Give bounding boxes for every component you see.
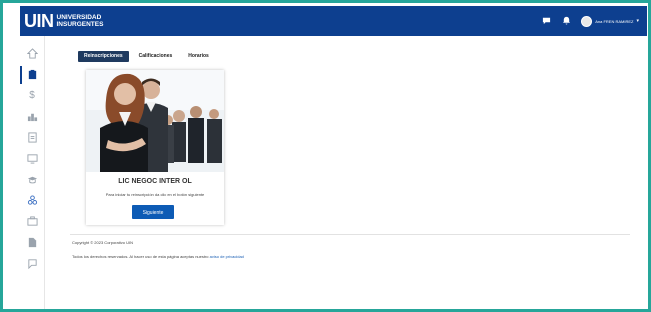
next-button[interactable]: Siguiente — [132, 205, 174, 219]
logo-line2: INSURGENTES — [56, 21, 104, 28]
program-card: LIC NEGOC INTER OL Para iniciar tu reins… — [86, 70, 224, 225]
podium-icon[interactable] — [26, 111, 38, 123]
logo-text: UNIVERSIDAD INSURGENTES — [57, 14, 104, 28]
clipboard-icon[interactable] — [20, 66, 38, 84]
tab-reinscripciones[interactable]: Reinscripciones — [78, 51, 129, 62]
chevron-down-icon: ▾ — [636, 18, 639, 24]
privacy-link[interactable]: aviso de privacidad — [210, 254, 244, 259]
footer-legal-text: Todos los derechos reservados. Al hacer … — [72, 254, 209, 259]
document-icon[interactable] — [26, 132, 38, 144]
screen-icon[interactable] — [26, 153, 38, 165]
dollar-icon[interactable]: $ — [26, 90, 38, 102]
file-icon[interactable] — [26, 237, 38, 249]
logo-mark: UIN — [24, 11, 54, 31]
graduation-cap-icon[interactable] — [26, 174, 38, 186]
tab-horarios[interactable]: Horarios — [182, 51, 215, 62]
people-icon[interactable] — [26, 195, 38, 207]
logo-line1: UNIVERSIDAD — [56, 14, 102, 21]
header-actions: Ana FREN RAMIREZ ▾ — [541, 6, 639, 36]
university-logo[interactable]: UIN UNIVERSIDAD INSURGENTES — [24, 9, 103, 33]
business-people-photo — [86, 70, 224, 172]
sidebar: $ — [20, 36, 45, 309]
chat-bubble-icon[interactable] — [26, 258, 38, 270]
top-header: UIN UNIVERSIDAD INSURGENTES Ana FREN RAM… — [20, 6, 647, 36]
tab-bar: Reinscripciones Calificaciones Horarios — [78, 51, 215, 62]
user-menu[interactable]: Ana FREN RAMIREZ ▾ — [581, 15, 639, 27]
bell-icon[interactable] — [561, 16, 571, 26]
program-title: LIC NEGOC INTER OL — [118, 178, 192, 185]
program-description: Para iniciar tu reinscripción da clic en… — [105, 192, 205, 197]
footer-divider — [70, 234, 630, 235]
tab-calificaciones[interactable]: Calificaciones — [133, 51, 179, 62]
copyright-text: Copyright © 2023 Corporativo UIN — [72, 240, 133, 245]
footer-legal: Todos los derechos reservados. Al hacer … — [72, 254, 244, 259]
avatar — [581, 15, 593, 27]
user-name: Ana FREN RAMIREZ — [595, 18, 634, 24]
briefcase-icon[interactable] — [26, 216, 38, 228]
home-icon[interactable] — [26, 48, 38, 60]
chat-icon[interactable] — [541, 16, 551, 26]
